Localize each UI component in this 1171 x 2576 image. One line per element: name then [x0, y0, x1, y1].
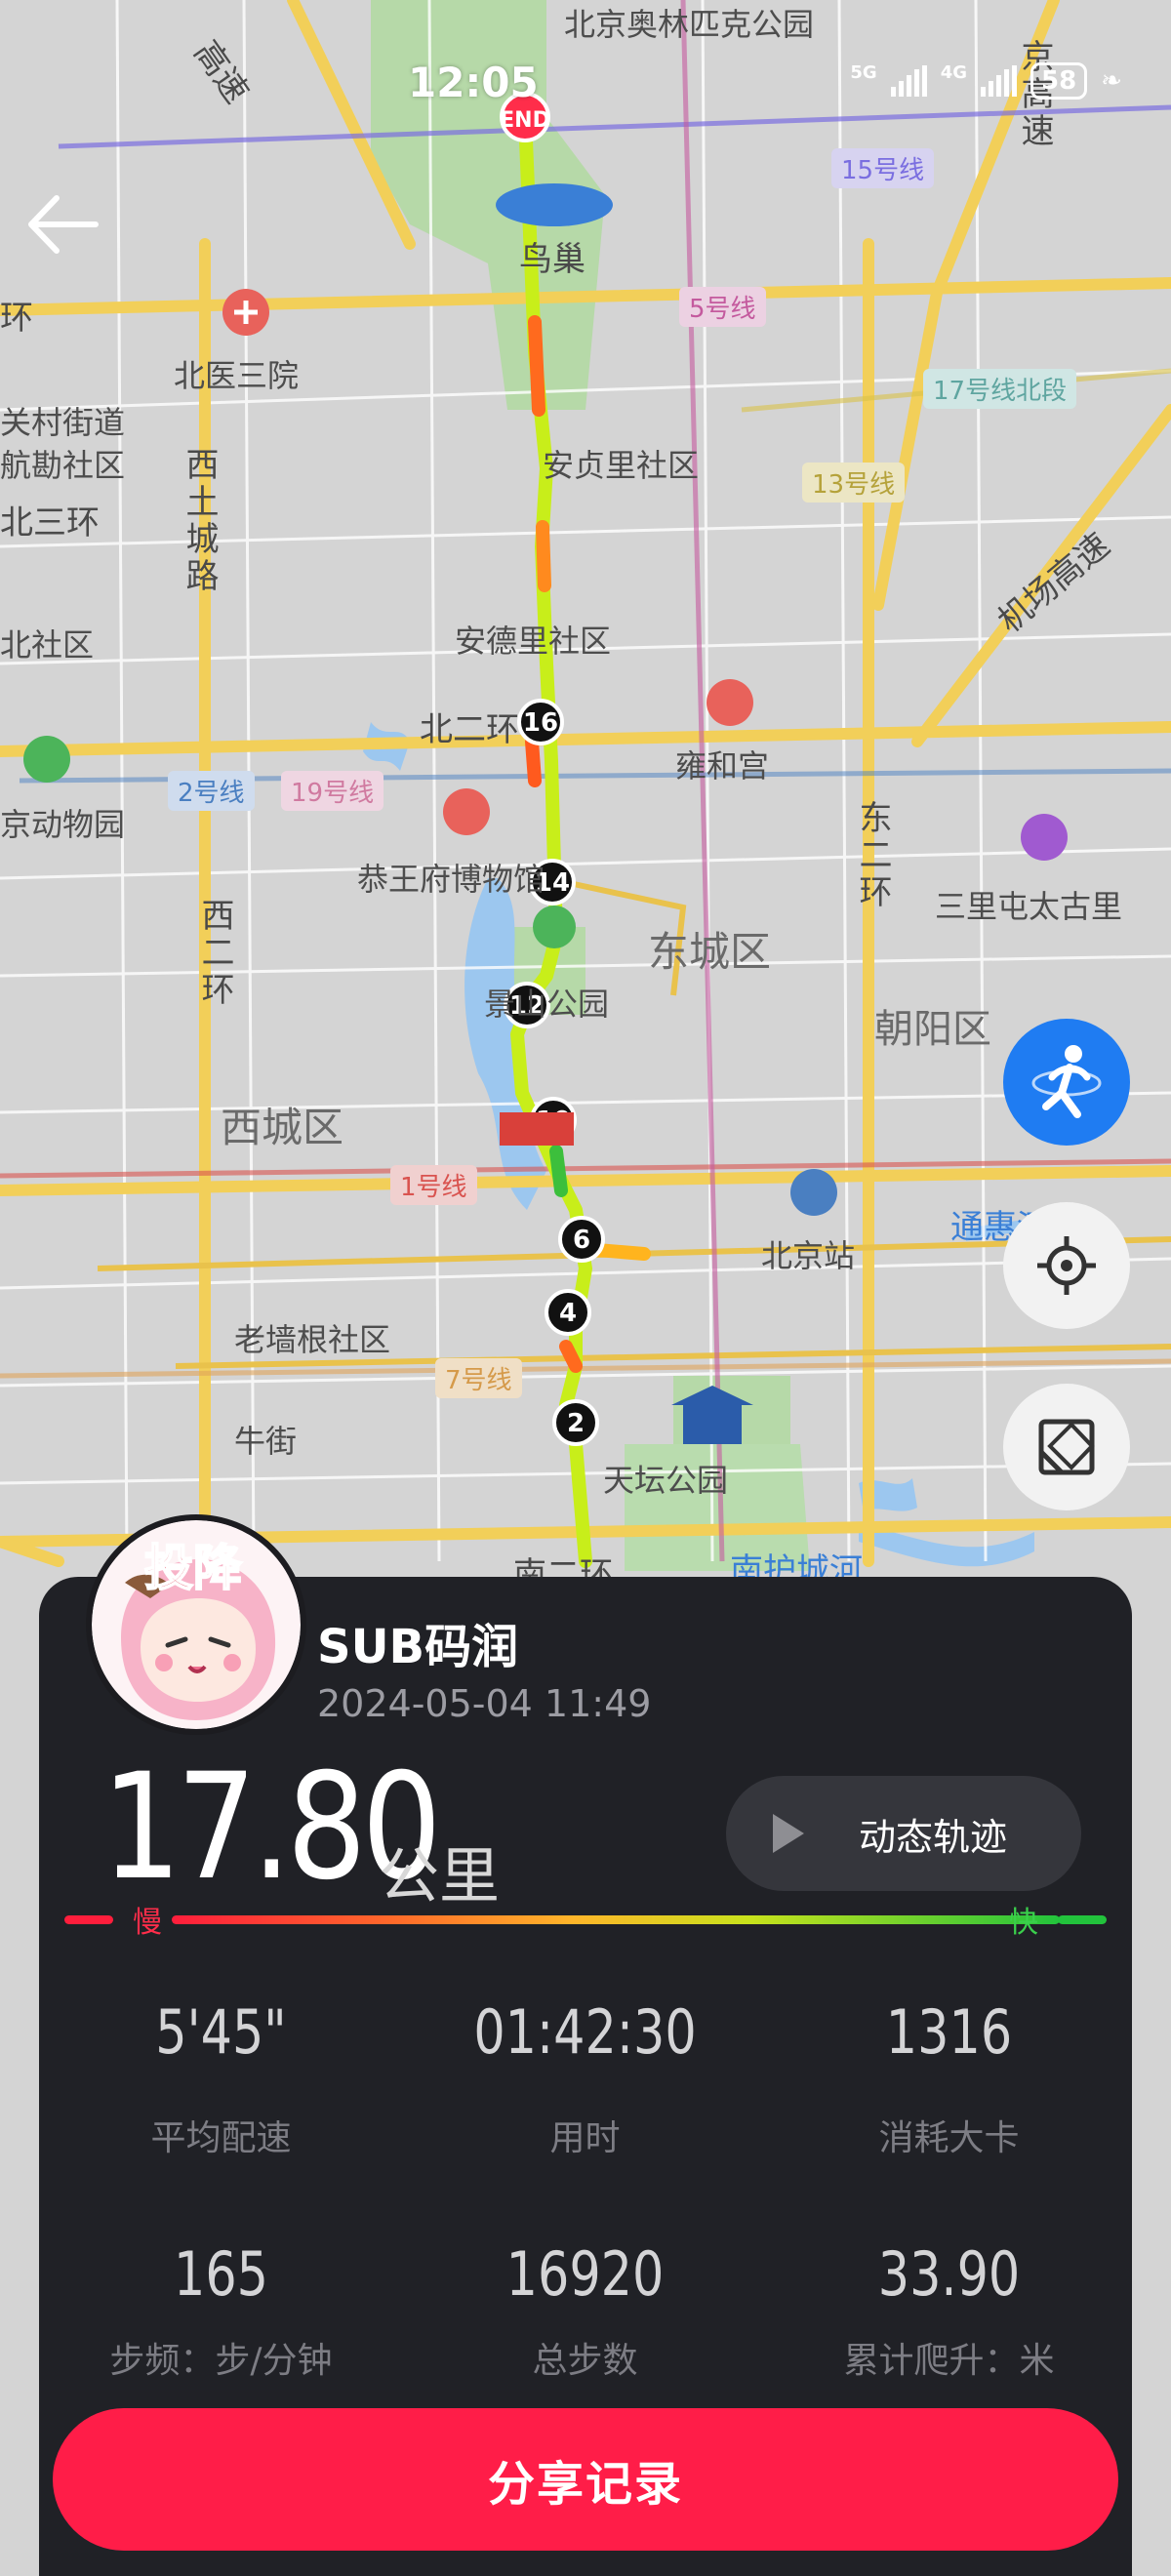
map-label: 东城区 [648, 928, 772, 976]
battery-icon: 58 [1030, 62, 1088, 100]
back-button[interactable] [23, 190, 101, 259]
metro-line-tag: 2号线 [168, 771, 255, 811]
avg-pace-value: 5'45" [155, 1996, 287, 2068]
avatar[interactable]: 投降 [86, 1514, 306, 1735]
map-label: 北京奥林匹克公园 [564, 6, 815, 43]
metro-line-tag: 1号线 [390, 1165, 477, 1205]
map-label: 安贞里社区 [543, 447, 700, 484]
map-label: 西二环 [195, 898, 234, 1009]
cadence-value: 165 [173, 2238, 269, 2310]
calories-value: 1316 [885, 1996, 1013, 2068]
duration-label: 用时 [549, 2118, 621, 2158]
km-marker: 6 [573, 1226, 590, 1255]
username: SUB码润 [317, 1620, 519, 1674]
status-time: 12:05 [408, 59, 539, 106]
elevation-gain-label: 累计爬升：米 [843, 2341, 1055, 2381]
map-label: 关村街道 [0, 404, 126, 441]
metro-line-tag: 5号线 [679, 287, 766, 327]
calories-label: 消耗大卡 [878, 2118, 1020, 2158]
map-label: 西土城路 [180, 447, 219, 595]
map-label: 鸟巢 [519, 240, 586, 279]
map-label: 环 [0, 299, 33, 338]
runner-icon [1031, 1045, 1102, 1118]
play-icon [773, 1814, 804, 1853]
distance-unit: 公里 [379, 1840, 501, 1912]
cadence-label: 步频：步/分钟 [109, 2341, 333, 2381]
dynamic-track-label: 动态轨迹 [859, 1815, 1008, 1859]
km-marker: 4 [559, 1299, 577, 1328]
map-label: 航勘社区 [0, 447, 126, 484]
map-label: 朝阳区 [874, 1007, 991, 1052]
pace-fast-label: 快 [1009, 1906, 1038, 1940]
share-record-button[interactable]: 分享记录 [53, 2408, 1118, 2551]
record-timestamp: 2024-05-04 11:49 [317, 1682, 652, 1725]
pace-slow-label: 慢 [133, 1906, 162, 1940]
avatar-image: 投降 [92, 1520, 301, 1729]
map-label: 恭王府博物馆 [357, 861, 545, 898]
layers-button[interactable] [1003, 1384, 1130, 1510]
elevation-gain-value: 33.90 [877, 2238, 1021, 2310]
map-label: 三里屯太古里 [935, 888, 1123, 925]
map-label: 北医三院 [174, 357, 300, 394]
pace-legend-bar [64, 1908, 1107, 1931]
signal-icon [981, 65, 1018, 97]
metro-line-tag: 13号线 [802, 463, 906, 503]
map-label: 北京站 [761, 1237, 856, 1274]
metro-line-tag: 15号线 [831, 148, 935, 188]
pace-bar-fast-segment [1058, 1915, 1107, 1924]
dynamic-track-button[interactable]: 动态轨迹 [726, 1776, 1081, 1891]
signal-icon [890, 65, 927, 97]
run-mode-button[interactable] [1003, 1019, 1130, 1146]
map-label: 京动物园 [0, 806, 126, 843]
map-label: 景山公园 [484, 986, 610, 1023]
pace-gradient [172, 1915, 1060, 1924]
network-type-4g: 4G [940, 62, 968, 83]
map-label: 天坛公园 [603, 1462, 729, 1499]
avatar-text: 投降 [144, 1540, 242, 1596]
metro-line-tag: 19号线 [281, 771, 384, 811]
pace-bar-slow-segment [64, 1915, 113, 1924]
map-label: 雍和宫 [675, 747, 770, 785]
map-label: 安德里社区 [455, 623, 612, 660]
total-steps-value: 16920 [505, 2238, 665, 2310]
total-steps-label: 总步数 [532, 2341, 638, 2381]
arrow-left-icon [28, 195, 99, 254]
map-label: 牛街 [234, 1423, 298, 1460]
locate-button[interactable] [1003, 1202, 1130, 1329]
metro-line-tag: 7号线 [435, 1358, 522, 1398]
leaf-icon: ❧ [1101, 66, 1122, 96]
km-marker: 2 [567, 1409, 585, 1438]
map-label: 北社区 [0, 626, 95, 664]
end-marker-text: END [500, 108, 550, 133]
km-marker: 16 [523, 708, 558, 738]
map-label: 北二环 [420, 710, 519, 749]
metro-line-tag: 17号线北段 [923, 369, 1077, 409]
map-label: 老墙根社区 [234, 1321, 391, 1358]
map-label: 北三环 [0, 503, 100, 543]
avg-pace-label: 平均配速 [150, 2118, 292, 2158]
map-layer-icon [1038, 1419, 1095, 1475]
map-label: 西城区 [221, 1104, 344, 1151]
crosshair-icon [1037, 1236, 1096, 1295]
status-icons: 5G 4G 58 ❧ [850, 62, 1122, 100]
map-label: 东二环 [853, 800, 892, 911]
duration-value: 01:42:30 [473, 1996, 697, 2068]
network-type-5g: 5G [850, 62, 877, 83]
